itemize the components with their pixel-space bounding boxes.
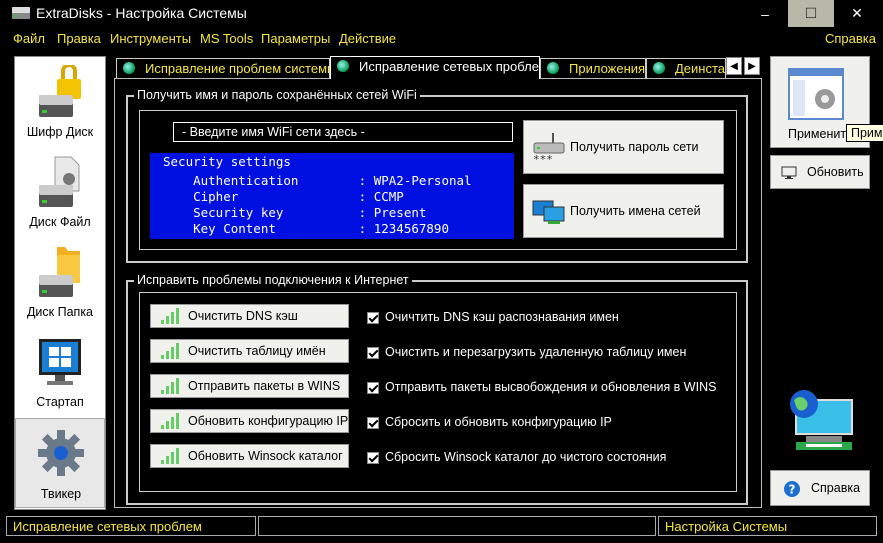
wifi-security-output: Security settings Authentication : WPA2-… — [150, 153, 514, 239]
menu-file[interactable]: Файл — [13, 31, 45, 46]
window-title: ExtraDisks - Настройка Системы — [36, 5, 247, 21]
tab-network-problems[interactable]: Исправление сетевых проблем — [330, 56, 540, 79]
row-check-label: Очичтить DNS кэш распознавания имен — [385, 310, 619, 324]
menu-action[interactable]: Действие — [339, 31, 396, 46]
network-computers-icon — [532, 200, 565, 224]
send-wins-checkbox[interactable] — [367, 382, 379, 394]
settings-window-icon — [788, 68, 844, 120]
status-right: Настройка Системы — [658, 516, 877, 536]
signal-bars-icon — [161, 413, 181, 429]
get-names-button[interactable]: Получить имена сетей — [523, 184, 724, 238]
get-names-label: Получить имена сетей — [570, 204, 701, 218]
tab-uninstaller[interactable]: Деинсталлятор — [646, 58, 726, 78]
status-left: Исправление сетевых проблем — [6, 516, 256, 536]
row-button-label: Обновить Winsock каталог — [188, 449, 343, 463]
tab-globe-icon — [337, 60, 349, 72]
console-line: Security settings — [163, 154, 291, 169]
menu-ms-tools[interactable]: MS Tools — [200, 31, 253, 46]
row-check-label: Сбросить Winsock каталог до чистого сост… — [385, 450, 667, 464]
console-line: Cipher : CCMP — [163, 189, 404, 204]
tab-globe-icon — [123, 62, 135, 74]
sidebar-item-label: Стартап — [36, 395, 84, 409]
row-check-label: Отправить пакеты высвобождения и обновле… — [385, 380, 717, 394]
help-label: Справка — [811, 481, 861, 495]
tab-system-problems[interactable]: Исправление проблем системы — [116, 58, 330, 78]
tab-globe-icon — [653, 62, 665, 74]
row-check-label: Очистить и перезагрузить удаленную табли… — [385, 345, 687, 359]
router-password-icon: *** — [533, 133, 565, 165]
console-line: Security key : Present — [163, 205, 427, 220]
signal-bars-icon — [161, 308, 181, 324]
row-button-label: Очистить таблицу имён — [188, 344, 326, 358]
clear-name-table-button[interactable]: Очистить таблицу имён — [150, 339, 349, 363]
tab-scroll-left-button[interactable]: ◀ — [726, 57, 742, 75]
reset-winsock-checkbox[interactable] — [367, 452, 379, 464]
sidebar-item-file-disk[interactable]: Диск Файл — [15, 147, 105, 237]
sidebar-item-cipher-disk[interactable]: Шифр Диск — [15, 57, 105, 147]
sidebar-item-folder-disk[interactable]: Диск Папка — [15, 237, 105, 327]
flush-dns-checkbox[interactable] — [367, 312, 379, 324]
console-line: Key Content : 1234567890 — [163, 221, 449, 236]
menu-tools[interactable]: Инструменты — [110, 31, 191, 46]
tab-applications[interactable]: Приложения — [540, 58, 646, 78]
wifi-name-input[interactable]: - Введите имя WiFi сети здесь - — [173, 122, 513, 142]
renew-ip-checkbox[interactable] — [367, 417, 379, 429]
file-disk-icon — [39, 156, 80, 207]
apply-tooltip: Приме — [846, 124, 883, 142]
folder-disk-icon — [39, 247, 80, 297]
help-button[interactable]: ? Справка — [770, 470, 870, 506]
row-button-label: Обновить конфигурацию IP — [188, 414, 349, 428]
row-button-label: Очистить DNS кэш — [188, 309, 298, 323]
get-password-button[interactable]: *** Получить пароль сети — [523, 120, 724, 174]
maximize-button[interactable]: ☐ — [788, 0, 834, 27]
svg-text:***: *** — [533, 153, 553, 165]
lock-disk-icon — [39, 65, 81, 117]
wifi-group-title: Получить имя и пароль сохранённых сетей … — [134, 88, 420, 102]
console-line: Authentication : WPA2-Personal — [163, 173, 472, 188]
send-wins-button[interactable]: Отправить пакеты в WINS — [150, 374, 349, 398]
tab-globe-icon — [547, 62, 559, 74]
title-bar: ExtraDisks - Настройка Системы – ☐ ✕ — [0, 0, 883, 27]
app-disk-icon — [12, 7, 30, 19]
flush-dns-button[interactable]: Очистить DNS кэш — [150, 304, 349, 328]
status-middle — [258, 516, 656, 536]
menu-bar: Файл Правка Инструменты MS Tools Парамет… — [0, 28, 883, 48]
minimize-button[interactable]: – — [742, 0, 788, 27]
sidebar-item-label: Диск Папка — [26, 305, 94, 319]
sidebar-item-startup[interactable]: Стартап — [15, 327, 105, 417]
renew-ip-button[interactable]: Обновить конфигурацию IP — [150, 409, 349, 433]
refresh-button[interactable]: Обновить — [770, 155, 870, 189]
sidebar-item-label: Шифр Диск — [26, 125, 94, 139]
get-password-label: Получить пароль сети — [570, 140, 699, 154]
refresh-label: Обновить — [807, 165, 864, 179]
menu-edit[interactable]: Правка — [57, 31, 101, 46]
sidebar-item-tweaker[interactable]: Твикер — [15, 418, 105, 508]
row-button-label: Отправить пакеты в WINS — [188, 379, 341, 393]
apply-label: Применить — [788, 127, 853, 141]
signal-bars-icon — [161, 378, 181, 394]
row-check-label: Сбросить и обновить конфигурацию IP — [385, 415, 612, 429]
tab-strip: Исправление проблем системы Исправление … — [114, 56, 762, 79]
help-icon: ? — [784, 481, 800, 497]
signal-bars-icon — [161, 343, 181, 359]
sidebar-item-label: Твикер — [40, 487, 82, 501]
close-button[interactable]: ✕ — [834, 0, 880, 27]
sidebar-item-label: Диск Файл — [29, 215, 91, 229]
sidebar: Шифр Диск Диск Файл Диск Папка Стартап Т… — [14, 56, 106, 510]
reset-winsock-button[interactable]: Обновить Winsock каталог — [150, 444, 349, 468]
internet-group-title: Исправить проблемы подключения к Интерне… — [134, 273, 412, 287]
menu-help[interactable]: Справка — [825, 31, 876, 46]
menu-parameters[interactable]: Параметры — [261, 31, 330, 46]
svg-text:?: ? — [789, 483, 796, 497]
network-globe-icon — [790, 390, 853, 450]
clear-name-table-checkbox[interactable] — [367, 347, 379, 359]
tab-scroll-right-button[interactable]: ▶ — [744, 57, 760, 75]
startup-window-icon — [39, 339, 81, 385]
signal-bars-icon — [161, 448, 181, 464]
monitor-icon — [781, 166, 797, 179]
gear-icon — [38, 430, 84, 476]
